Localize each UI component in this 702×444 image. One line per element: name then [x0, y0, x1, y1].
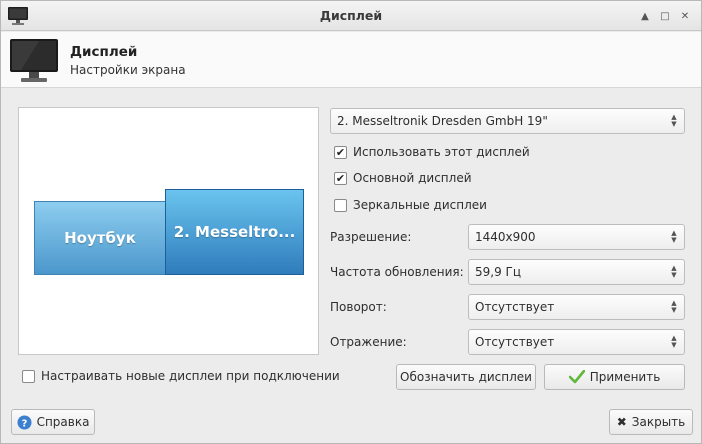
primary-display-option[interactable]: ✔ Основной дисплей — [334, 171, 472, 185]
rotation-label: Поворот: — [330, 300, 387, 314]
external-display-tile[interactable]: 2. Messeltro... — [165, 189, 304, 275]
updown-arrows-icon: ▲ ▼ — [671, 229, 677, 244]
header-title: Дисплей — [70, 44, 138, 60]
header-subtitle: Настройки экрана — [70, 63, 186, 77]
configure-new-displays-option[interactable]: Настраивать новые дисплеи при подключени… — [22, 369, 340, 383]
updown-arrows-icon: ▲ ▼ — [671, 113, 677, 128]
resolution-value: 1440x900 — [475, 230, 536, 244]
display-select[interactable]: 2. Messeltronik Dresden GmbH 19" ▲ ▼ — [330, 108, 685, 134]
updown-arrows-icon: ▲ ▼ — [671, 334, 677, 349]
apply-label: Применить — [589, 370, 661, 384]
resolution-select[interactable]: 1440x900 ▲ ▼ — [468, 224, 685, 250]
reflection-select[interactable]: Отсутствует ▲ ▼ — [468, 329, 685, 355]
updown-arrows-icon: ▲ ▼ — [671, 264, 677, 279]
refresh-rate-label: Частота обновления: — [330, 265, 464, 279]
refresh-rate-value: 59,9 Гц — [475, 265, 522, 279]
use-display-label: Использовать этот дисплей — [353, 145, 530, 159]
monitor-icon — [10, 39, 58, 82]
mirror-displays-checkbox[interactable] — [334, 198, 347, 212]
use-display-checkbox[interactable]: ✔ — [334, 145, 347, 159]
rotation-select[interactable]: Отсутствует ▲ ▼ — [468, 294, 685, 320]
dialog-header: Дисплей Настройки экрана — [1, 32, 701, 88]
identify-displays-button[interactable]: Обозначить дисплеи — [396, 364, 536, 390]
updown-arrows-icon: ▲ ▼ — [671, 299, 677, 314]
apply-button[interactable]: Применить — [544, 364, 685, 390]
svg-text:?: ? — [21, 418, 27, 429]
identify-displays-label: Обозначить дисплеи — [400, 370, 532, 384]
restore-icon[interactable]: □ — [657, 8, 673, 24]
close-button[interactable]: ✖ Закрыть — [609, 409, 693, 435]
close-window-icon[interactable]: ✕ — [677, 8, 693, 24]
close-icon: ✖ — [616, 415, 627, 429]
mirror-displays-label: Зеркальные дисплеи — [353, 198, 487, 212]
maximize-up-icon[interactable]: ▲ — [637, 8, 653, 24]
primary-display-label: Основной дисплей — [353, 171, 472, 185]
configure-new-displays-checkbox[interactable] — [22, 369, 35, 383]
help-label: Справка — [36, 415, 90, 429]
reflection-label: Отражение: — [330, 335, 407, 349]
display-select-value: 2. Messeltronik Dresden GmbH 19" — [337, 114, 548, 128]
laptop-display-tile[interactable]: Ноутбук — [34, 201, 166, 275]
reflection-value: Отсутствует — [475, 335, 555, 349]
mirror-displays-option[interactable]: Зеркальные дисплеи — [334, 198, 487, 212]
close-label: Закрыть — [631, 415, 686, 429]
refresh-rate-select[interactable]: 59,9 Гц ▲ ▼ — [468, 259, 685, 285]
title-bar[interactable]: Дисплей ▲ □ ✕ — [1, 1, 701, 31]
configure-new-displays-label: Настраивать новые дисплеи при подключени… — [41, 369, 340, 383]
rotation-value: Отсутствует — [475, 300, 555, 314]
help-button[interactable]: ? Справка — [11, 409, 95, 435]
display-layout-preview[interactable]: Ноутбук 2. Messeltro... — [18, 107, 319, 355]
help-icon: ? — [17, 415, 32, 429]
checkmark-icon — [568, 370, 585, 384]
primary-display-checkbox[interactable]: ✔ — [334, 171, 347, 185]
resolution-label: Разрешение: — [330, 230, 412, 244]
display-settings-window: Дисплей ▲ □ ✕ Дисплей Настройки экрана Н… — [0, 0, 702, 444]
window-title: Дисплей — [319, 8, 383, 23]
use-display-option[interactable]: ✔ Использовать этот дисплей — [334, 145, 530, 159]
